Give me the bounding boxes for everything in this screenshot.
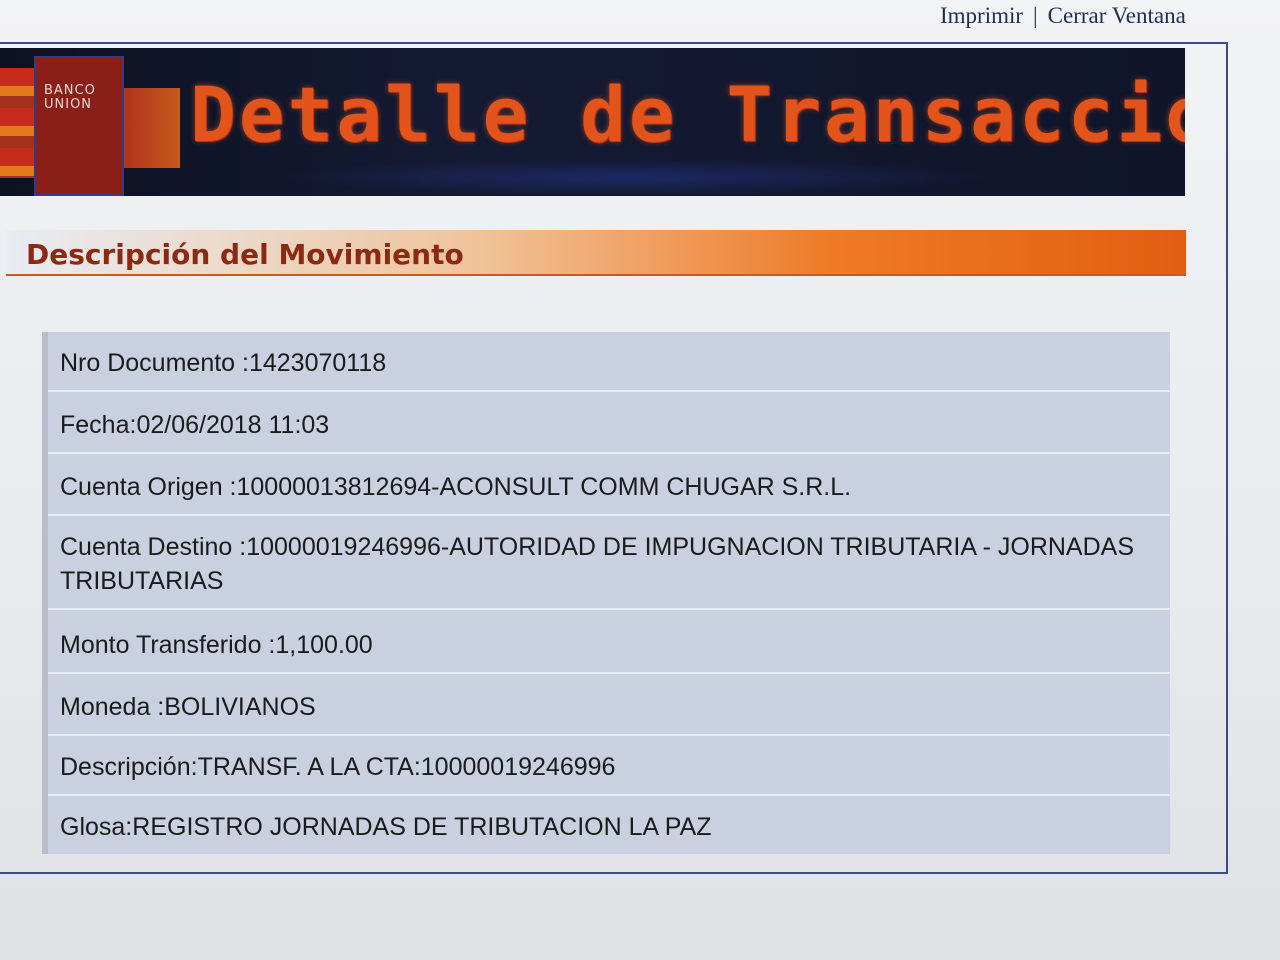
- detail-value: 10000013812694-ACONSULT COMM CHUGAR S.R.…: [236, 473, 852, 501]
- banner-decor-block: [120, 88, 180, 168]
- transaction-details: Nro Documento :1423070118 Fecha:02/06/20…: [42, 332, 1170, 854]
- detail-label: Monto Transferido :: [60, 631, 276, 659]
- top-links: Imprimir | Cerrar Ventana: [940, 0, 1186, 32]
- detail-value: 02/06/2018 11:03: [136, 411, 330, 439]
- detail-amount: Monto Transferido :1,100.00: [48, 628, 1170, 674]
- detail-value: REGISTRO JORNADAS DE TRIBUTACION LA PAZ: [132, 813, 712, 841]
- detail-label: Cuenta Origen :: [60, 473, 237, 501]
- detail-label: Cuenta Destino :: [60, 533, 247, 561]
- close-window-link[interactable]: Cerrar Ventana: [1048, 3, 1186, 29]
- detail-document-number: Nro Documento :1423070118: [48, 346, 1170, 392]
- detail-value: BOLIVIANOS: [164, 693, 316, 721]
- link-separator: |: [1033, 3, 1038, 28]
- banner-glow: [270, 158, 990, 196]
- detail-value: 1423070118: [248, 349, 387, 377]
- detail-description: Descripción:TRANSF. A LA CTA:10000019246…: [48, 750, 1170, 796]
- detail-label: Glosa:: [60, 813, 133, 841]
- section-title: Descripción del Movimiento: [26, 238, 464, 271]
- detail-label: Fecha:: [60, 411, 137, 439]
- frame-top-border: [0, 42, 1228, 44]
- print-link[interactable]: Imprimir: [940, 3, 1023, 29]
- detail-label: Nro Documento :: [60, 349, 249, 377]
- bank-logo: BANCO UNION: [34, 56, 124, 196]
- header-banner: BANCO UNION Detalle de Transacciones: [0, 48, 1185, 196]
- detail-value: TRANSF. A LA CTA:10000019246996: [197, 753, 616, 781]
- page-title: Detalle de Transacciones: [190, 70, 1185, 159]
- section-header: Descripción del Movimiento: [6, 230, 1186, 276]
- detail-date: Fecha:02/06/2018 11:03: [48, 408, 1170, 454]
- transaction-detail-window: Imprimir | Cerrar Ventana BANCO UNION De…: [0, 0, 1280, 960]
- detail-label: Descripción:: [60, 753, 198, 781]
- detail-gloss: Glosa:REGISTRO JORNADAS DE TRIBUTACION L…: [60, 810, 1170, 844]
- detail-currency: Moneda :BOLIVIANOS: [48, 690, 1170, 736]
- bank-logo-text: BANCO UNION: [44, 83, 96, 112]
- frame-right-border: [1226, 42, 1228, 872]
- frame-bottom-border: [0, 872, 1228, 874]
- detail-value: 1,100.00: [275, 631, 373, 659]
- detail-origin-account: Cuenta Origen :10000013812694-ACONSULT C…: [48, 470, 1170, 516]
- detail-destination-account: Cuenta Destino :10000019246996-AUTORIDAD…: [48, 530, 1170, 610]
- detail-label: Moneda :: [60, 693, 165, 721]
